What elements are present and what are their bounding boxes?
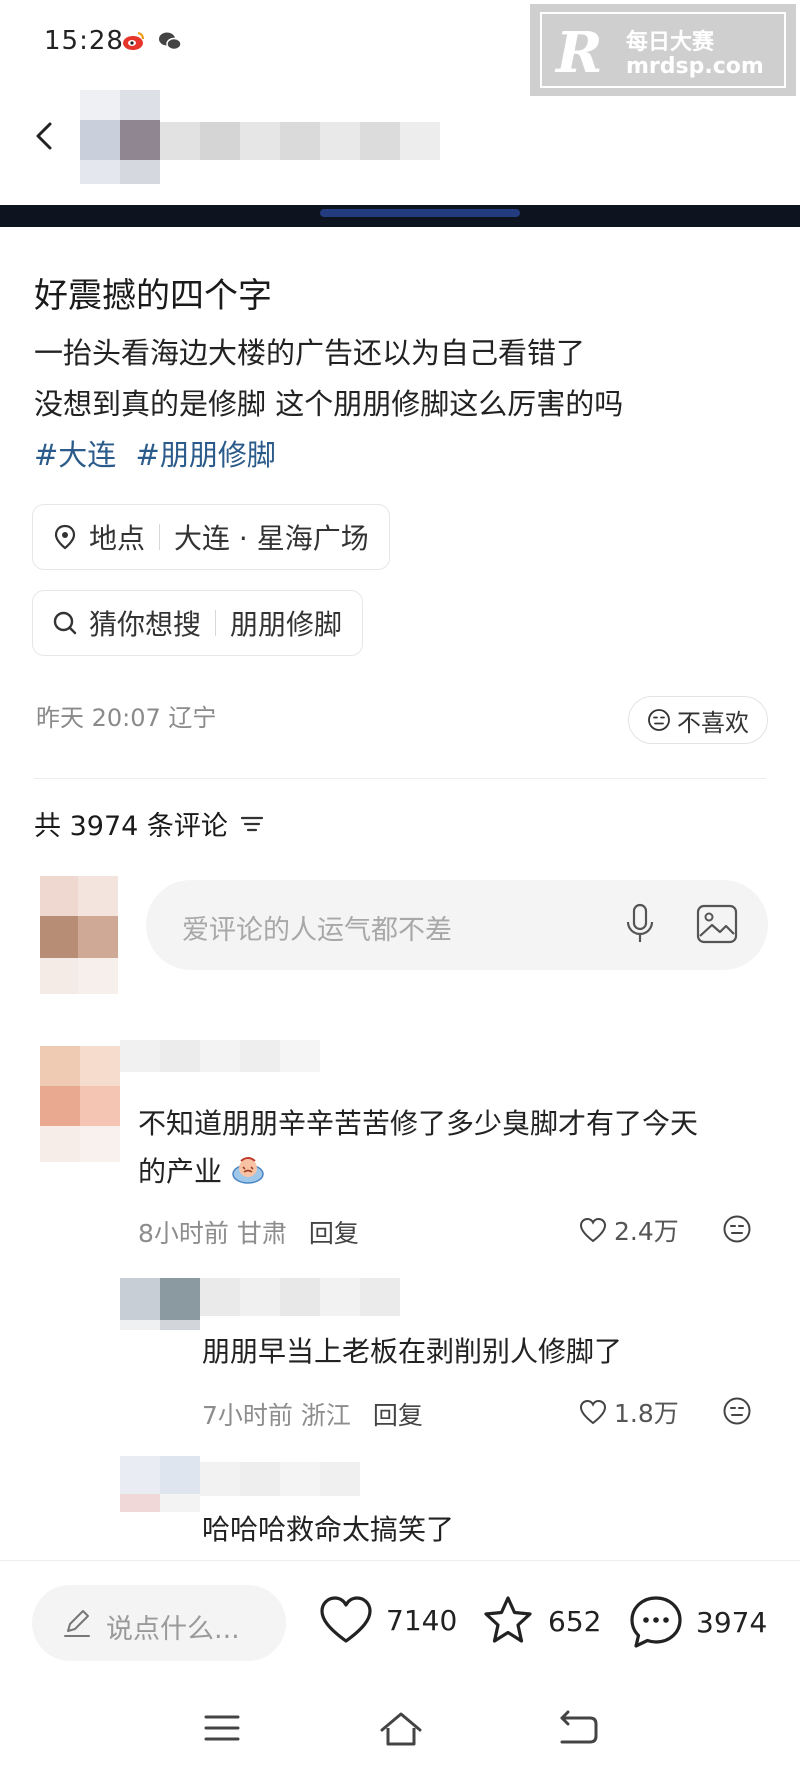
comment-text: 的产业 bbox=[138, 1148, 265, 1196]
wechat-icon bbox=[159, 32, 182, 51]
location-chip[interactable]: 地点 大连 · 星海广场 bbox=[32, 504, 390, 570]
comment-meta: 8小时前 甘肃 回复 bbox=[138, 1214, 359, 1250]
bottom-bar-divider bbox=[0, 1560, 800, 1561]
post-body-line: 没想到真的是修脚 这个朋朋修脚这么厉害的吗 bbox=[34, 387, 624, 421]
tag-link[interactable]: #大连 bbox=[34, 438, 116, 472]
comments-count-header: 共 3974 条评论 bbox=[34, 804, 264, 843]
favorite-count: 652 bbox=[548, 1604, 602, 1638]
home-icon[interactable] bbox=[378, 1710, 424, 1750]
post-body-line: 一抬头看海边大楼的广告还以为自己看错了 bbox=[34, 336, 586, 370]
reply-button[interactable]: 回复 bbox=[373, 1401, 423, 1430]
comments-count-label: 共 3974 条评论 bbox=[34, 811, 228, 842]
watermark-brand-en: mrdsp.com bbox=[626, 54, 764, 79]
status-time: 15:28 bbox=[44, 26, 124, 56]
dislike-face-icon[interactable] bbox=[722, 1396, 752, 1426]
reply-meta: 7小时前 浙江 回复 bbox=[202, 1396, 423, 1432]
section-divider bbox=[34, 778, 766, 779]
dislike-button[interactable]: 不喜欢 bbox=[628, 696, 768, 744]
star-icon bbox=[484, 1596, 532, 1643]
watermark-logo: R 每日大赛 mrdsp.com bbox=[530, 4, 796, 96]
menu-icon[interactable] bbox=[202, 1710, 242, 1746]
search-icon bbox=[53, 611, 77, 635]
dislike-face-icon[interactable] bbox=[722, 1214, 752, 1244]
comment-input-placeholder: 爱评论的人运气都不差 bbox=[182, 915, 452, 946]
search-chip-value: 朋朋修脚 bbox=[230, 608, 343, 641]
microphone-icon[interactable] bbox=[624, 902, 656, 946]
chip-divider bbox=[159, 524, 161, 550]
comment-time-location: 8小时前 甘肃 bbox=[138, 1219, 287, 1248]
comment-text: 不知道朋朋辛辛苦苦修了多少臭脚才有了今天 bbox=[138, 1107, 699, 1140]
like-count: 7140 bbox=[386, 1603, 458, 1637]
watermark-brand-cn: 每日大赛 bbox=[626, 30, 715, 55]
dislike-label: 不喜欢 bbox=[677, 708, 749, 737]
reply-text: 朋朋早当上老板在剥削别人修脚了 bbox=[202, 1335, 623, 1368]
location-chip-label: 地点 bbox=[89, 522, 146, 555]
reply-like-button[interactable]: 1.8万 bbox=[578, 1394, 679, 1430]
crying-emoji-icon bbox=[232, 1157, 264, 1184]
comment-count: 3974 bbox=[696, 1605, 768, 1639]
sort-icon[interactable] bbox=[240, 813, 264, 835]
comment-like-button[interactable]: 2.4万 bbox=[578, 1212, 679, 1248]
reply-button[interactable]: 回复 bbox=[309, 1219, 359, 1248]
weibo-icon bbox=[123, 32, 144, 50]
search-suggestion-chip[interactable]: 猜你想搜 朋朋修脚 bbox=[32, 590, 364, 656]
neutral-face-icon bbox=[648, 709, 670, 731]
pencil-icon bbox=[64, 1610, 90, 1637]
back-arrow-icon[interactable] bbox=[30, 118, 60, 154]
media-banner[interactable] bbox=[0, 205, 800, 227]
comment-input[interactable]: 爱评论的人运气都不差 bbox=[146, 880, 768, 970]
like-button[interactable]: 7140 bbox=[318, 1594, 457, 1646]
back-nav-icon[interactable] bbox=[556, 1710, 600, 1748]
chip-divider bbox=[215, 610, 217, 636]
reply-like-count: 1.8万 bbox=[614, 1399, 679, 1428]
location-chip-value: 大连 · 星海广场 bbox=[174, 522, 369, 555]
post-title: 好震撼的四个字 bbox=[34, 276, 272, 316]
comment-button[interactable]: 3974 bbox=[628, 1594, 767, 1650]
say-something-placeholder: 说点什么... bbox=[106, 1614, 240, 1645]
location-pin-icon bbox=[54, 524, 76, 550]
heart-icon bbox=[579, 1399, 607, 1425]
comment-like-count: 2.4万 bbox=[614, 1217, 679, 1246]
say-something-input[interactable]: 说点什么... bbox=[32, 1585, 286, 1661]
search-chip-label: 猜你想搜 bbox=[89, 608, 202, 641]
tag-link[interactable]: #朋朋修脚 bbox=[136, 438, 276, 472]
heart-icon bbox=[320, 1596, 372, 1643]
favorite-button[interactable]: 652 bbox=[480, 1594, 601, 1648]
reply-time-location: 7小时前 浙江 bbox=[202, 1401, 351, 1430]
heart-icon bbox=[579, 1217, 607, 1243]
post-tags: #大连 #朋朋修脚 bbox=[34, 432, 286, 474]
post-time-location: 昨天 20:07 辽宁 bbox=[36, 704, 217, 732]
image-upload-icon[interactable] bbox=[696, 904, 738, 944]
reply-text: 哈哈哈救命太搞笑了 bbox=[202, 1513, 455, 1546]
comment-bubble-icon bbox=[630, 1596, 682, 1648]
